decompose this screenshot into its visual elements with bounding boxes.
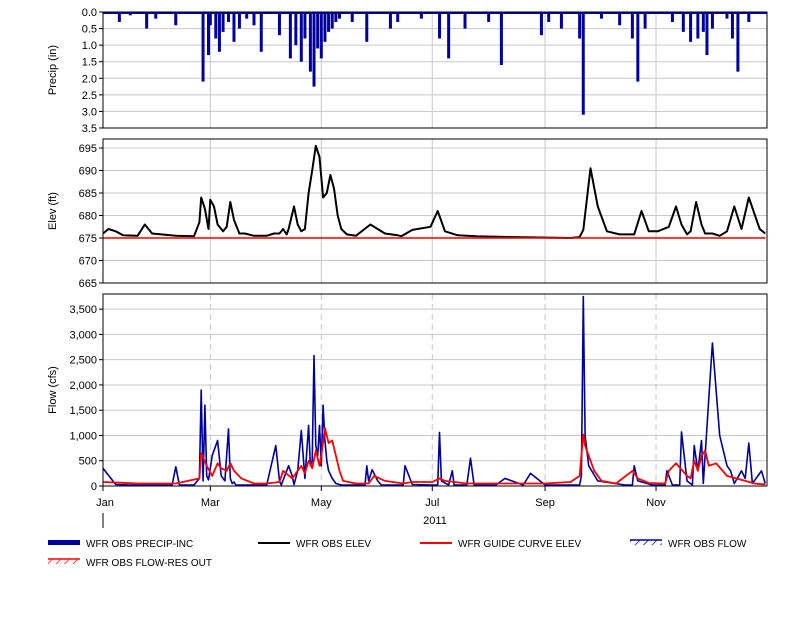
flow-ytick-label: 3,000 bbox=[69, 329, 97, 341]
precip-ytick-label: 2.0 bbox=[82, 73, 97, 85]
elev-panel: 665 670 675 680 685 690 695 Elev (ft) bbox=[47, 138, 768, 290]
flow-ytick-label: 2,500 bbox=[69, 355, 97, 367]
precip-bar bbox=[277, 12, 281, 36]
precip-bar bbox=[308, 12, 312, 72]
precip-bar bbox=[217, 12, 221, 52]
precip-bar bbox=[294, 12, 298, 46]
legend-item: WFR OBS FLOW bbox=[630, 539, 747, 550]
precip-bar bbox=[221, 12, 225, 32]
x-tick-label: Mar bbox=[201, 497, 220, 509]
elev-ytick-label: 675 bbox=[79, 233, 97, 245]
precip-ytick-label: 0.5 bbox=[82, 24, 97, 36]
x-axis: Jan Mar May Jul Sep Nov 2011 bbox=[96, 486, 666, 528]
x-tick-label: May bbox=[311, 497, 332, 509]
year-label: 2011 bbox=[423, 515, 447, 527]
legend-label: WFR OBS FLOW-RES OUT bbox=[86, 558, 212, 569]
precip-bar bbox=[145, 12, 149, 29]
legend-item: WFR OBS PRECIP-INC bbox=[48, 539, 193, 550]
x-tick-label: Jul bbox=[425, 497, 439, 509]
precip-ytick-label: 3.0 bbox=[82, 106, 97, 118]
legend-item: WFR GUIDE CURVE ELEV bbox=[420, 539, 581, 550]
precip-bar bbox=[701, 12, 705, 32]
precip-ytick-label: 1.5 bbox=[82, 57, 97, 69]
legend: WFR OBS PRECIP-INC WFR OBS ELEV WFR GUIDE … bbox=[48, 539, 747, 569]
precip-bar bbox=[696, 12, 700, 39]
precip-bar bbox=[705, 12, 709, 56]
flow-ytick-label: 0 bbox=[91, 481, 97, 493]
flow-ytick-label: 1,000 bbox=[69, 430, 97, 442]
elev-ytick-label: 695 bbox=[79, 143, 97, 155]
legend-swatch bbox=[48, 540, 80, 545]
legend-label: WFR OBS FLOW bbox=[668, 539, 747, 550]
precip-bar bbox=[330, 12, 334, 29]
precip-panel: 0.0 0.5 1.0 1.5 2.0 2.5 3.0 3.5 Precip (in) bbox=[47, 7, 768, 135]
precip-ytick-label: 0.0 bbox=[82, 7, 97, 19]
flow-ytick-label: 500 bbox=[79, 456, 97, 468]
legend-item: WFR OBS ELEV bbox=[258, 539, 371, 550]
elev-ylabel: Elev (ft) bbox=[47, 192, 59, 230]
elev-ytick-label: 670 bbox=[79, 256, 97, 268]
precip-bar bbox=[259, 12, 263, 52]
legend-item: WFR OBS FLOW-RES OUT bbox=[48, 558, 212, 569]
x-tick-label: Sep bbox=[535, 497, 555, 509]
precip-bar bbox=[303, 12, 307, 39]
x-tick-label: Nov bbox=[646, 497, 666, 509]
precip-bar bbox=[438, 12, 442, 39]
precip-bar bbox=[559, 12, 563, 29]
precip-bar bbox=[388, 12, 392, 29]
precip-bar bbox=[288, 12, 292, 59]
elev-ytick-label: 665 bbox=[79, 278, 97, 290]
precip-bar bbox=[689, 12, 693, 42]
precip-bar bbox=[365, 12, 369, 42]
precip-ytick-label: 1.0 bbox=[82, 40, 97, 52]
precip-bar bbox=[201, 12, 205, 82]
precip-bar bbox=[316, 12, 320, 49]
precip-bar bbox=[581, 12, 585, 115]
precip-ylabel: Precip (in) bbox=[47, 45, 59, 95]
precip-bar bbox=[214, 12, 218, 39]
x-tick-label: Jan bbox=[96, 497, 114, 509]
flow-ylabel: Flow (cfs) bbox=[47, 366, 59, 414]
precip-bar bbox=[643, 12, 647, 29]
flow-ytick-label: 1,500 bbox=[69, 405, 97, 417]
precip-bar bbox=[232, 12, 236, 42]
hydrograph-chart: 0.00.51.01.52.02.53.03.5Precip (in) 6656… bbox=[47, 7, 768, 569]
precip-bar bbox=[578, 12, 582, 39]
precip-bar bbox=[539, 12, 543, 36]
precip-bar bbox=[312, 12, 316, 87]
precip-bar bbox=[319, 12, 323, 59]
legend-label: WFR OBS PRECIP-INC bbox=[86, 539, 193, 550]
precip-bar bbox=[463, 12, 467, 29]
precip-bar bbox=[710, 12, 714, 29]
elev-ytick-label: 685 bbox=[79, 188, 97, 200]
legend-label: WFR OBS ELEV bbox=[296, 539, 371, 550]
precip-bar bbox=[681, 12, 685, 32]
flow-ytick-label: 2,000 bbox=[69, 380, 97, 392]
precip-bar bbox=[327, 12, 331, 32]
elev-plot-area bbox=[103, 139, 767, 283]
precip-bar bbox=[237, 12, 241, 29]
flow-ytick-label: 3,500 bbox=[69, 304, 97, 316]
precip-bar bbox=[447, 12, 451, 59]
precip-ytick-label: 3.5 bbox=[82, 123, 97, 135]
flow-panel: 0 500 1,000 1,500 2,000 2,500 3,000 3,500 Flow (… bbox=[47, 293, 768, 493]
precip-bar bbox=[730, 12, 734, 39]
precip-bar bbox=[323, 12, 327, 42]
elev-ytick-label: 690 bbox=[79, 166, 97, 178]
legend-label: WFR GUIDE CURVE ELEV bbox=[458, 539, 581, 550]
precip-bar bbox=[736, 12, 740, 72]
precip-bar bbox=[499, 12, 503, 66]
elev-ytick-label: 680 bbox=[79, 211, 97, 223]
precip-ytick-label: 2.5 bbox=[82, 90, 97, 102]
precip-bar bbox=[299, 12, 303, 62]
precip-bar bbox=[636, 12, 640, 82]
precip-bar bbox=[630, 12, 634, 39]
